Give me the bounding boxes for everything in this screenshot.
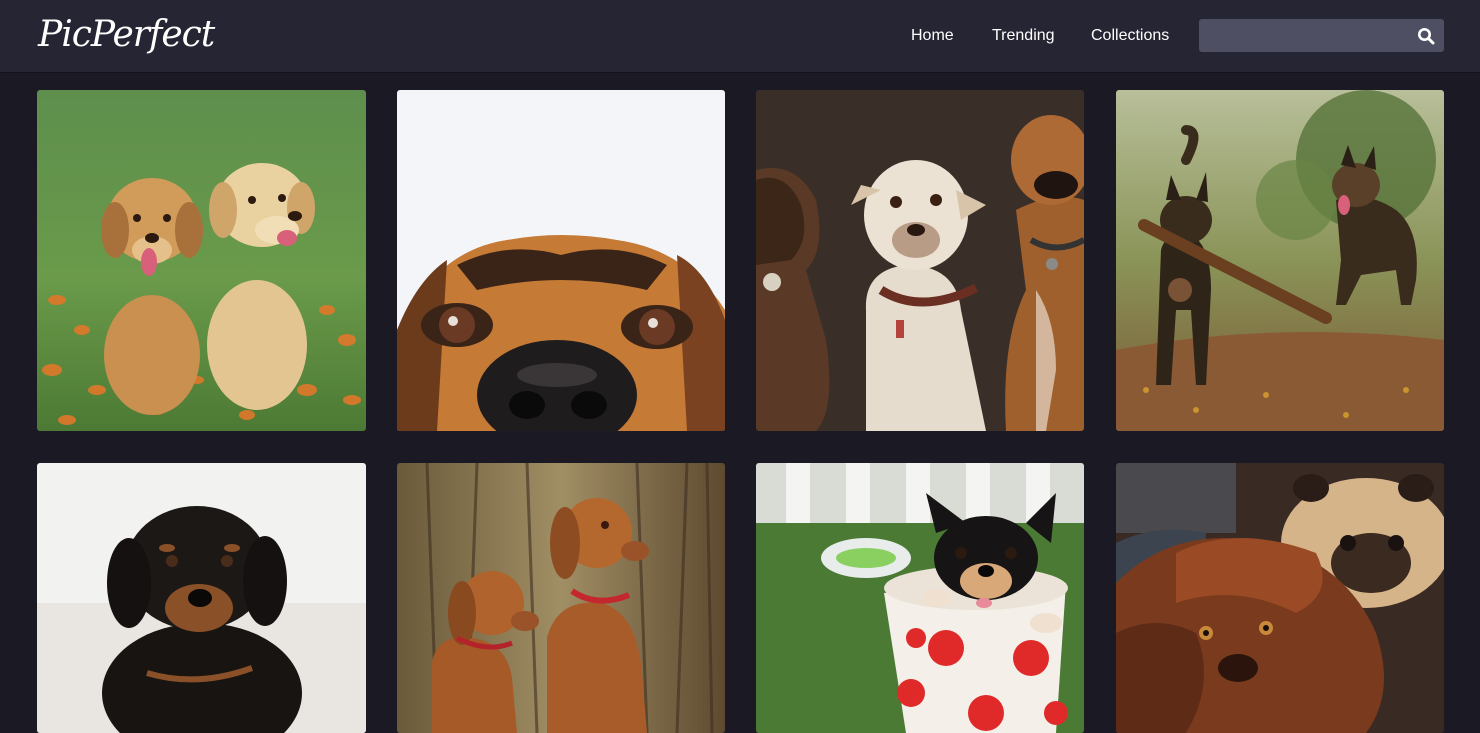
brand-logo[interactable]: PicPerfect bbox=[38, 10, 215, 60]
photo-card-shepherds-running[interactable] bbox=[1116, 90, 1444, 431]
nav-link-collections[interactable]: Collections bbox=[1091, 0, 1169, 72]
photo-card-chihuahua-cup[interactable] bbox=[756, 463, 1084, 733]
photo-card-pug-and-brown-dog[interactable] bbox=[1116, 463, 1444, 733]
search-button[interactable] bbox=[1416, 26, 1436, 46]
photo-three-boxers bbox=[756, 90, 1084, 431]
photo-dog-closeup bbox=[397, 90, 725, 431]
photo-card-vizslas[interactable] bbox=[397, 463, 725, 733]
photo-shepherds-running bbox=[1116, 90, 1444, 431]
photo-card-dog-closeup[interactable] bbox=[397, 90, 725, 431]
photo-vizslas bbox=[397, 463, 725, 733]
nav-link-trending[interactable]: Trending bbox=[992, 0, 1055, 72]
photo-pug-and-brown-dog bbox=[1116, 463, 1444, 733]
photo-golden-puppies bbox=[37, 90, 366, 431]
top-navigation-bar: PicPerfect Home Trending Collections bbox=[0, 0, 1480, 72]
search-icon bbox=[1418, 28, 1435, 45]
photo-card-golden-puppies[interactable] bbox=[37, 90, 366, 431]
photo-card-three-boxers[interactable] bbox=[756, 90, 1084, 431]
search-input[interactable] bbox=[1199, 19, 1404, 52]
photo-chihuahua-cup bbox=[756, 463, 1084, 733]
nav-link-home[interactable]: Home bbox=[911, 0, 954, 72]
search-box bbox=[1199, 19, 1444, 52]
photo-card-black-puppy[interactable] bbox=[37, 463, 366, 733]
photo-black-puppy bbox=[37, 463, 366, 733]
